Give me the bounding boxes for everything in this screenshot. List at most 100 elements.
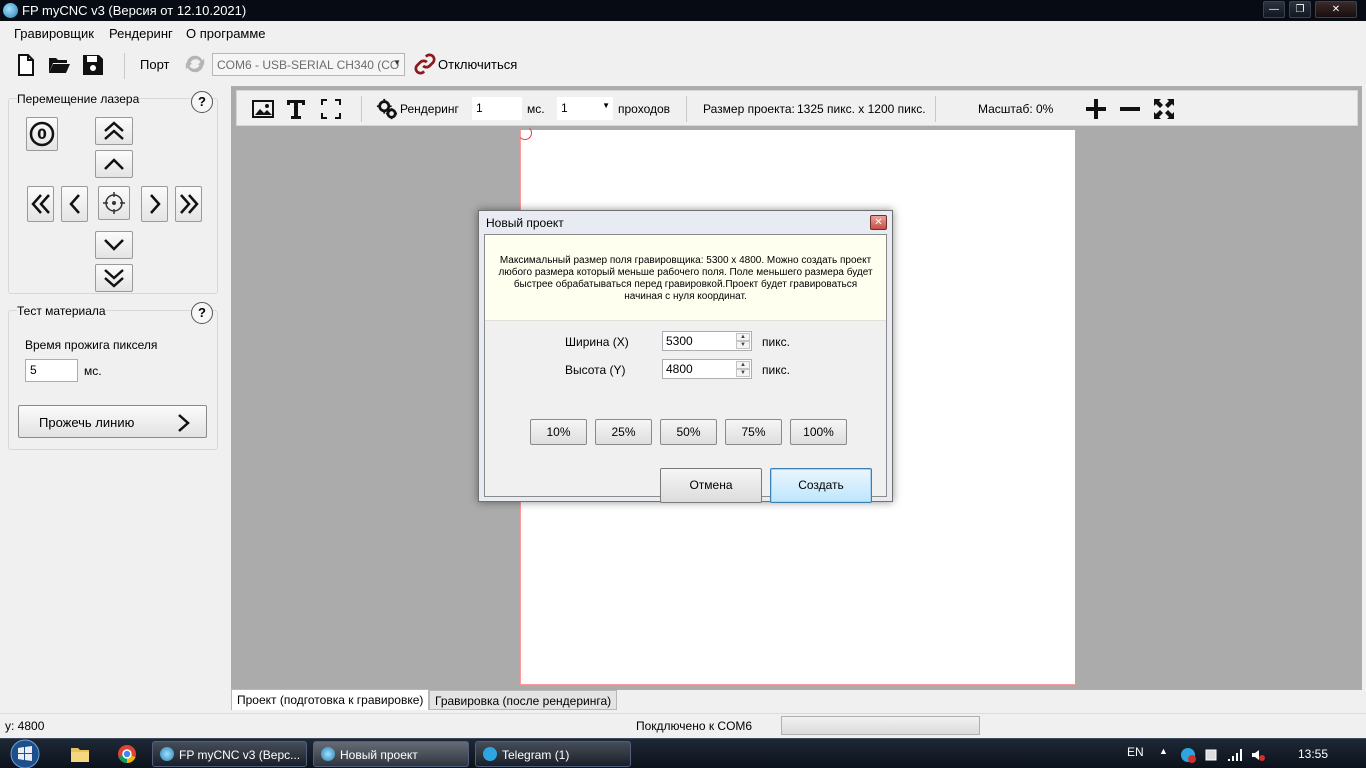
- work-toolbar: Рендеринг 1 мс. 1 ▼ проходов Размер прое…: [236, 90, 1358, 126]
- taskbar-app-label: Telegram (1): [502, 748, 570, 762]
- burn-time-unit: мс.: [84, 364, 102, 378]
- chevron-left-icon: [68, 194, 80, 214]
- taskbar-app-telegram[interactable]: Telegram (1): [475, 741, 631, 767]
- burn-line-button[interactable]: Прожечь линию: [18, 405, 207, 438]
- taskbar-app-new-project[interactable]: Новый проект: [313, 741, 469, 767]
- chevron-right-icon: [149, 194, 161, 214]
- chevron-up-icon: [104, 158, 124, 170]
- restore-button[interactable]: ❐: [1289, 1, 1311, 18]
- zoom-out-icon[interactable]: [1118, 97, 1142, 121]
- chevron-right-icon: [178, 414, 190, 432]
- usb-device-icon[interactable]: [1203, 747, 1219, 763]
- width-unit: пикс.: [762, 335, 790, 349]
- clock[interactable]: 13:55: [1298, 747, 1328, 761]
- status-bar: y: 4800 Покдлючено к COM6: [0, 713, 1366, 737]
- link-icon: [414, 53, 436, 75]
- percent-50-button[interactable]: 50%: [660, 419, 717, 445]
- save-icon[interactable]: [81, 53, 105, 77]
- tab-engraving[interactable]: Гравировка (после рендеринга): [429, 690, 618, 710]
- minimize-button[interactable]: —: [1263, 1, 1285, 18]
- move-right-fast-button[interactable]: [175, 186, 202, 222]
- taskbar-app-label: Новый проект: [340, 748, 418, 762]
- tray-app-icon[interactable]: [1180, 747, 1196, 763]
- width-value: 5300: [666, 334, 693, 348]
- move-left-button[interactable]: [61, 186, 88, 222]
- cancel-button[interactable]: Отмена: [660, 468, 762, 503]
- new-project-dialog: Новый проект ✕ Максимальный размер поля …: [478, 210, 893, 503]
- percent-25-button[interactable]: 25%: [595, 419, 652, 445]
- burn-line-label: Прожечь линию: [39, 415, 135, 430]
- toolbar-separator: [686, 96, 687, 122]
- stepper-down-icon[interactable]: ▼: [736, 369, 750, 377]
- signal-icon[interactable]: [1227, 747, 1243, 763]
- title-bar: FP myCNC v3 (Версия от 12.10.2021) — ❐ ✕: [0, 0, 1366, 21]
- chevron-down-icon: ▼: [602, 101, 610, 110]
- menu-engraver[interactable]: Гравировщик: [14, 26, 94, 41]
- taskbar-app-label: FP myCNC v3 (Верс...: [179, 748, 301, 762]
- render-ms-unit: мс.: [527, 102, 545, 116]
- language-indicator[interactable]: EN: [1127, 745, 1144, 759]
- create-button[interactable]: Создать: [770, 468, 872, 503]
- coords-readout: y: 4800: [5, 719, 45, 733]
- material-help-button[interactable]: ?: [191, 302, 213, 324]
- move-down-button[interactable]: [95, 231, 133, 259]
- move-up-button[interactable]: [95, 150, 133, 178]
- refresh-icon[interactable]: [184, 53, 206, 75]
- com-port-select[interactable]: COM6 - USB-SERIAL CH340 (CO ▼: [212, 53, 405, 76]
- double-chevron-left-icon: [30, 194, 50, 214]
- tray-expand-icon[interactable]: ▲: [1159, 746, 1168, 756]
- close-button[interactable]: ✕: [1315, 1, 1357, 18]
- stepper-down-icon[interactable]: ▼: [736, 341, 750, 349]
- open-folder-icon[interactable]: [47, 53, 71, 77]
- volume-muted-icon[interactable]: [1250, 747, 1266, 763]
- gears-icon[interactable]: [376, 98, 398, 120]
- double-chevron-down-icon: [104, 269, 124, 288]
- file-explorer-icon[interactable]: [69, 743, 91, 765]
- mycnc-icon: [321, 747, 335, 761]
- origin-marker: [518, 126, 532, 140]
- dialog-close-button[interactable]: ✕: [870, 215, 887, 230]
- percent-100-button[interactable]: 100%: [790, 419, 847, 445]
- home-zero-button[interactable]: 0: [26, 117, 58, 151]
- dialog-title: Новый проект: [486, 216, 564, 230]
- height-label: Высота (Y): [565, 363, 626, 377]
- burn-time-input[interactable]: 5: [25, 359, 78, 382]
- menu-rendering[interactable]: Рендеринг: [109, 26, 173, 41]
- laser-panel-title: Перемещение лазера: [17, 92, 140, 106]
- center-button[interactable]: [98, 186, 130, 220]
- move-up-fast-button[interactable]: [95, 117, 133, 145]
- double-chevron-up-icon: [104, 121, 124, 140]
- fullscreen-selection-icon[interactable]: [319, 97, 343, 121]
- tab-project[interactable]: Проект (подготовка к гравировке): [231, 689, 430, 710]
- chevron-down-icon: [104, 239, 124, 251]
- toolbar-separator: [935, 96, 936, 122]
- move-right-button[interactable]: [141, 186, 168, 222]
- taskbar-app-mycnc[interactable]: FP myCNC v3 (Верс...: [152, 741, 307, 767]
- render-label[interactable]: Рендеринг: [400, 102, 459, 116]
- port-label: Порт: [140, 57, 170, 72]
- laser-help-button[interactable]: ?: [191, 91, 213, 113]
- chevron-down-icon: ▼: [393, 58, 401, 67]
- stepper-up-icon[interactable]: ▲: [736, 333, 750, 341]
- disconnect-label: Отключиться: [438, 57, 518, 72]
- passes-select[interactable]: 1 ▼: [557, 97, 613, 120]
- zoom-in-icon[interactable]: [1084, 97, 1108, 121]
- image-icon[interactable]: [251, 97, 275, 121]
- chrome-icon[interactable]: [116, 743, 138, 765]
- height-stepper[interactable]: 4800 ▲ ▼: [662, 359, 752, 379]
- new-file-icon[interactable]: [14, 53, 38, 77]
- percent-10-button[interactable]: 10%: [530, 419, 587, 445]
- crosshair-icon: [103, 192, 125, 214]
- text-icon[interactable]: [284, 97, 308, 121]
- render-ms-input[interactable]: 1: [472, 97, 522, 120]
- fit-to-screen-icon[interactable]: [1152, 97, 1176, 121]
- move-down-fast-button[interactable]: [95, 264, 133, 292]
- taskbar: FP myCNC v3 (Верс... Новый проект Telegr…: [0, 738, 1366, 768]
- stepper-up-icon[interactable]: ▲: [736, 361, 750, 369]
- width-stepper[interactable]: 5300 ▲ ▼: [662, 331, 752, 351]
- move-left-fast-button[interactable]: [27, 186, 54, 222]
- percent-75-button[interactable]: 75%: [725, 419, 782, 445]
- windows-start-icon[interactable]: [6, 739, 44, 768]
- mycnc-icon: [160, 747, 174, 761]
- menu-about[interactable]: О программе: [186, 26, 266, 41]
